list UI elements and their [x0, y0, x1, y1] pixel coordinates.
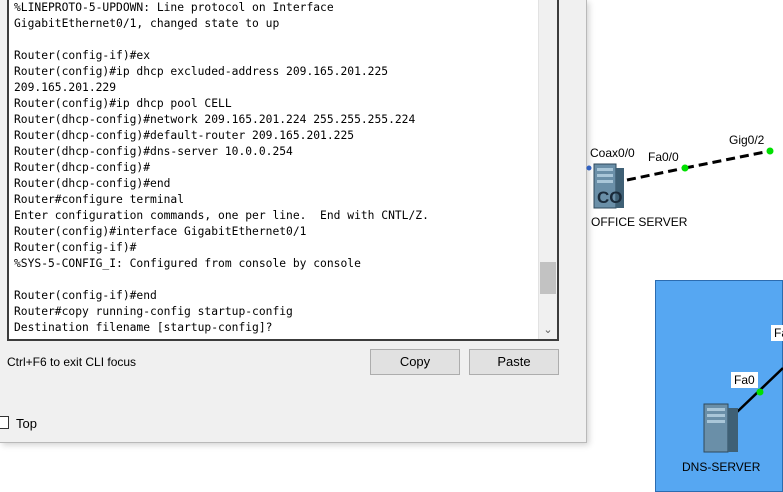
- office-server-icon[interactable]: CO: [592, 162, 626, 215]
- gig02-port-label: Gig0/2: [729, 133, 765, 147]
- topology-links: [586, 147, 783, 413]
- coax-port-dot: [586, 165, 592, 171]
- dns-server-icon[interactable]: [702, 402, 742, 459]
- office-server-to-router-link: [626, 166, 686, 182]
- link-dot-dns-fa0: [756, 388, 764, 396]
- office-server-icon-text: CO: [597, 188, 623, 207]
- link-dot-fa00: [681, 164, 689, 172]
- router-to-switch-link: [684, 149, 771, 170]
- coax-port-label: Coax0/0: [590, 146, 635, 160]
- dns-server-label: DNS-SERVER: [682, 460, 761, 474]
- partial-port-label: Fa: [771, 325, 783, 341]
- fa00-port-label: Fa0/0: [648, 150, 679, 164]
- link-dot-gig02: [766, 147, 774, 155]
- dns-fa0-port-label: Fa0: [731, 372, 758, 388]
- office-server-label: OFFICE SERVER: [591, 215, 688, 229]
